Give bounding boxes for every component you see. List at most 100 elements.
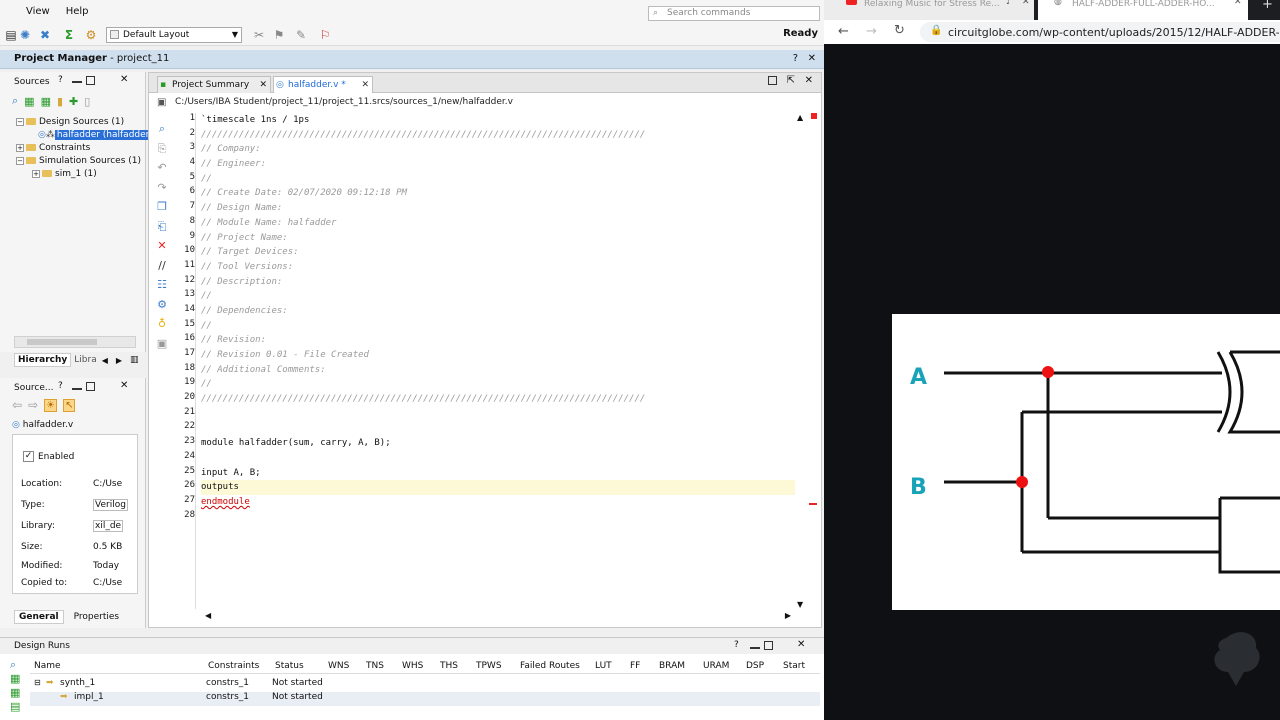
table-row[interactable]: ➡ impl_1 constrs_1 Not started bbox=[30, 692, 820, 706]
scrollbar-thumb[interactable] bbox=[27, 339, 97, 345]
comment-icon[interactable]: // bbox=[155, 256, 169, 276]
redo-icon[interactable]: ↷ bbox=[155, 178, 169, 198]
prop-value[interactable]: xil_de bbox=[93, 519, 124, 532]
tab-general[interactable]: General bbox=[14, 610, 64, 624]
reload-icon[interactable]: ↻ bbox=[894, 23, 905, 38]
collapse-all-icon[interactable]: ▦ bbox=[10, 672, 28, 686]
collapse-icon[interactable]: − bbox=[16, 117, 24, 126]
column-header[interactable]: Failed Routes bbox=[520, 661, 580, 671]
help-icon[interactable]: ? bbox=[58, 75, 63, 85]
gear-icon[interactable]: ⚙ bbox=[84, 28, 98, 42]
column-header[interactable]: THS bbox=[440, 661, 458, 671]
indent-icon[interactable]: ☷ bbox=[155, 275, 169, 295]
horizontal-scrollbar[interactable]: ◀ ▶ bbox=[201, 611, 795, 623]
scroll-down-icon[interactable]: ▼ bbox=[797, 600, 803, 609]
close-icon[interactable]: ✕ bbox=[120, 380, 128, 391]
settings-icon[interactable]: ✺ bbox=[18, 28, 32, 42]
enabled-checkbox[interactable]: ✓ bbox=[23, 451, 34, 462]
url-field[interactable]: 🔒 circuitglobe.com/wp-content/uploads/20… bbox=[920, 22, 1280, 42]
maximize-icon[interactable] bbox=[764, 641, 773, 650]
scissors-icon[interactable]: ✂ bbox=[252, 28, 266, 42]
help-icon[interactable]: ? bbox=[793, 53, 798, 64]
column-header[interactable]: WNS bbox=[328, 661, 349, 671]
copy-icon[interactable]: ❐ bbox=[155, 197, 169, 217]
replace-icon[interactable]: ⎘ bbox=[155, 139, 169, 159]
debug-icon[interactable]: ⚐ bbox=[318, 28, 332, 42]
search-icon[interactable]: ⌕ bbox=[10, 658, 28, 672]
column-header[interactable]: Constraints bbox=[208, 661, 259, 671]
menu-view[interactable]: View bbox=[18, 0, 58, 24]
column-header[interactable]: Start bbox=[783, 661, 805, 671]
search-icon[interactable]: ⌕ bbox=[155, 119, 169, 139]
menu-help[interactable]: Help bbox=[58, 0, 97, 24]
template-icon[interactable]: ⚙ bbox=[155, 295, 169, 315]
delete-icon[interactable]: ✕ bbox=[155, 236, 169, 256]
layout-select[interactable]: Default Layout ▼ bbox=[106, 27, 242, 43]
flag-icon[interactable]: ⚑ bbox=[272, 28, 286, 42]
collapse-icon[interactable]: ⊟ bbox=[34, 678, 41, 687]
scroll-up-icon[interactable]: ▲ bbox=[797, 113, 803, 122]
column-header[interactable]: FF bbox=[630, 661, 640, 671]
prop-value[interactable]: Verilog bbox=[93, 498, 128, 511]
restore-icon[interactable] bbox=[768, 76, 777, 85]
vertical-scrollbar[interactable]: ▲ ▼ bbox=[795, 113, 809, 609]
tree-sim[interactable]: + sim_1 (1) bbox=[16, 168, 162, 181]
close-icon[interactable]: ✕ bbox=[1234, 0, 1242, 7]
undo-icon[interactable]: ↶ bbox=[155, 158, 169, 178]
enabled-checkbox-row[interactable]: ✓ Enabled bbox=[23, 451, 74, 462]
search-icon[interactable]: ⌕ bbox=[12, 94, 18, 108]
new-tab-icon[interactable]: + bbox=[1262, 0, 1273, 12]
minimize-icon[interactable] bbox=[72, 81, 82, 83]
block-icon[interactable]: ▣ bbox=[155, 334, 169, 354]
error-marker[interactable] bbox=[809, 503, 817, 505]
column-header[interactable]: Name bbox=[34, 661, 61, 671]
close-icon[interactable]: ✕ bbox=[361, 77, 369, 93]
chevron-left-icon[interactable]: ◀ bbox=[102, 356, 108, 365]
help-icon[interactable]: ? bbox=[734, 640, 739, 650]
column-header[interactable]: Status bbox=[275, 661, 304, 671]
close-icon[interactable]: ✕ bbox=[808, 53, 816, 64]
expand-icon[interactable]: + bbox=[16, 143, 24, 152]
column-header[interactable]: BRAM bbox=[659, 661, 685, 671]
table-row[interactable]: ⊟ ➡ synth_1 constrs_1 Not started bbox=[30, 678, 820, 692]
half-adder-diagram[interactable]: A B bbox=[892, 314, 1280, 610]
run-icon[interactable]: ▤ bbox=[10, 700, 28, 714]
sigma-icon[interactable]: Σ bbox=[62, 28, 76, 42]
tab-halfadder[interactable]: ◎ halfadder.v * ✕ bbox=[273, 76, 373, 93]
tab-halfadder-image[interactable]: ◍ HALF-ADDER-FULL-ADDER-HO... ✕ bbox=[1038, 0, 1248, 20]
tab-youtube[interactable]: Relaxing Music for Stress Re... ♪ ✕ bbox=[824, 0, 1034, 20]
copy-icon[interactable]: ▤ bbox=[4, 28, 18, 42]
maximize-icon[interactable] bbox=[86, 382, 95, 391]
tab-hierarchy[interactable]: Hierarchy bbox=[14, 353, 72, 367]
column-header[interactable]: DSP bbox=[746, 661, 764, 671]
chevron-right-icon[interactable]: ▶ bbox=[116, 356, 122, 365]
close-icon[interactable]: ✕ bbox=[805, 75, 813, 86]
tab-libraries[interactable]: Libra bbox=[71, 354, 99, 366]
tree-constraints[interactable]: + Constraints bbox=[16, 142, 162, 155]
expand-all-icon[interactable]: ▦ bbox=[41, 95, 51, 108]
column-header[interactable]: URAM bbox=[703, 661, 729, 671]
column-header[interactable]: LUT bbox=[595, 661, 612, 671]
minimize-icon[interactable] bbox=[72, 388, 82, 390]
column-header[interactable]: WHS bbox=[402, 661, 423, 671]
wand-icon[interactable]: ✎ bbox=[294, 28, 308, 42]
close-icon[interactable]: ✕ bbox=[797, 639, 805, 650]
expand-icon[interactable]: + bbox=[32, 169, 40, 178]
maximize-icon[interactable] bbox=[86, 76, 95, 85]
file-icon[interactable]: ▯ bbox=[84, 95, 90, 108]
column-header[interactable]: TPWS bbox=[476, 661, 502, 671]
forward-icon[interactable]: → bbox=[866, 24, 877, 39]
back-icon[interactable]: ⇦ bbox=[12, 398, 22, 412]
tree-simulation-sources[interactable]: − Simulation Sources (1) bbox=[16, 155, 162, 168]
close-icon[interactable]: ✕ bbox=[120, 74, 128, 85]
search-commands-input[interactable]: ⌕ Search commands bbox=[648, 6, 820, 21]
forward-icon[interactable]: ⇨ bbox=[28, 398, 38, 412]
menu-icon[interactable]: ▥ bbox=[130, 355, 139, 365]
paste-icon[interactable]: ⎗ bbox=[155, 217, 169, 237]
folder-icon[interactable]: ▮ bbox=[57, 95, 63, 108]
lightbulb-icon[interactable]: ♁ bbox=[155, 314, 169, 334]
back-icon[interactable]: ← bbox=[838, 24, 849, 39]
volume-icon[interactable]: ♪ bbox=[1006, 0, 1012, 7]
column-header[interactable]: TNS bbox=[366, 661, 384, 671]
source-icon[interactable]: ☀ bbox=[44, 398, 58, 412]
